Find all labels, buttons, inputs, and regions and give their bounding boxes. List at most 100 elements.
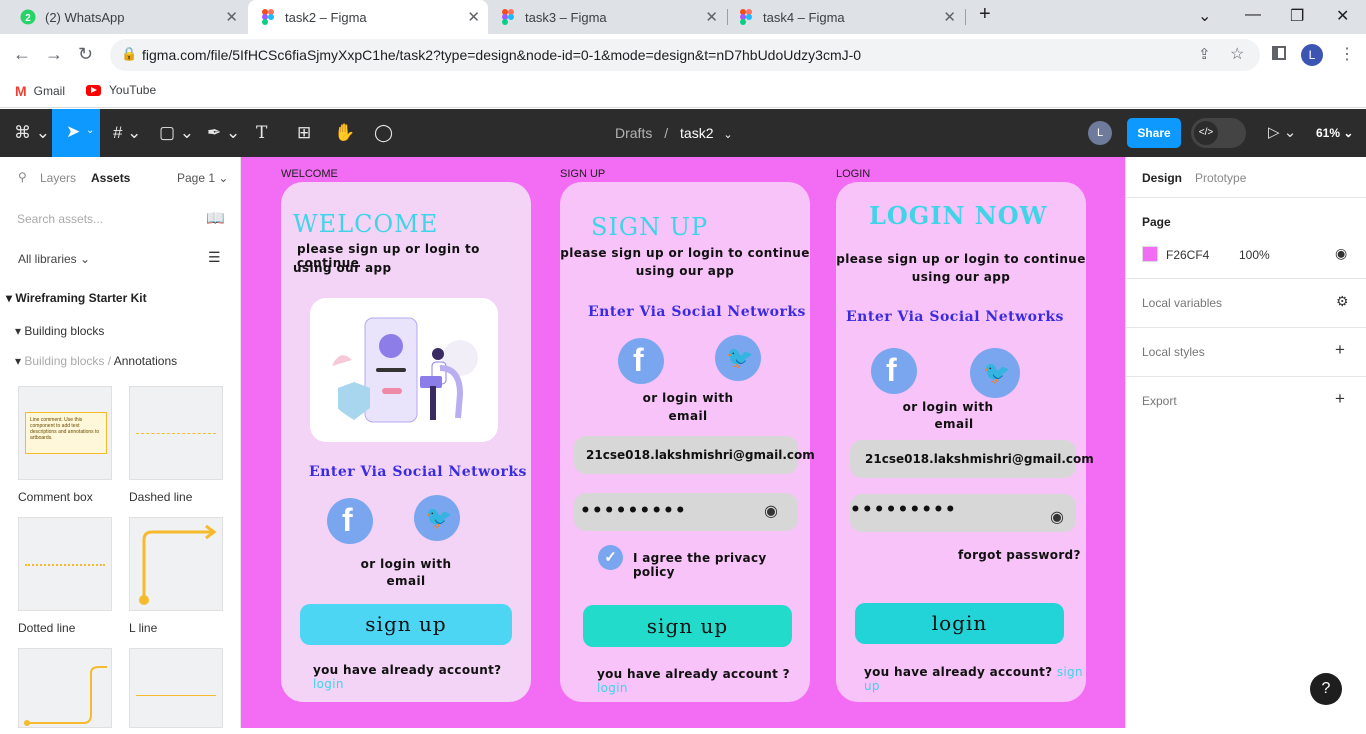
local-variables-section[interactable]: Local variables	[1142, 296, 1222, 310]
twitter-icon[interactable]: 🐦	[715, 335, 761, 381]
welcome-frame[interactable]: WELCOME please sign up or login to conti…	[281, 182, 531, 702]
resources-icon[interactable]: ⊞	[297, 123, 311, 143]
page-opacity[interactable]: 100%	[1239, 248, 1270, 262]
list-view-icon[interactable]: ☰	[208, 249, 221, 266]
forgot-password-link[interactable]: forgot password?	[958, 548, 1081, 562]
close-window-icon[interactable]: ✕	[1336, 6, 1349, 26]
dev-mode-toggle[interactable]: </>	[1191, 118, 1246, 148]
tab-assets[interactable]: Assets	[91, 171, 130, 185]
bookmark-gmail[interactable]: M Gmail	[15, 83, 65, 99]
facebook-icon[interactable]: f	[871, 348, 917, 394]
maximize-icon[interactable]: ❐	[1290, 6, 1304, 26]
figma-menu-icon[interactable]: ⌘ ⌄	[14, 123, 50, 143]
twitter-icon[interactable]: 🐦	[970, 348, 1020, 398]
tab-design[interactable]: Design	[1142, 171, 1182, 185]
arrow-line-thumb[interactable]	[129, 648, 223, 728]
help-button[interactable]: ?	[1310, 673, 1342, 705]
text-tool-icon[interactable]: T	[256, 123, 267, 143]
eye-icon[interactable]: ◉	[764, 501, 778, 520]
facebook-icon[interactable]: f	[618, 338, 664, 384]
youtube-icon	[86, 84, 101, 96]
bookmark-star-icon[interactable]: ☆	[1230, 44, 1244, 64]
add-export-icon[interactable]: +	[1335, 389, 1345, 409]
search-assets-input[interactable]: Search assets...	[17, 212, 103, 226]
l-line-thumb[interactable]	[129, 517, 223, 611]
sign-up-frame[interactable]: SIGN UP please sign up or login to conti…	[560, 182, 815, 702]
present-icon[interactable]: ▷ ⌄	[1268, 123, 1296, 141]
move-tool-button[interactable]: ➤ ⌄	[52, 109, 100, 157]
tab-search-icon[interactable]: ⌄	[1198, 6, 1211, 26]
eye-icon[interactable]: ◉	[1335, 245, 1347, 262]
email-field[interactable]: 21cse018.lakshmishri@gmail.com	[574, 436, 815, 474]
facebook-icon[interactable]: f	[327, 498, 373, 544]
library-book-icon[interactable]: 📖	[206, 209, 225, 227]
address-bar[interactable]: 🔒 figma.com/file/5IfHCSc6fiaSjmyXxpC1he/…	[110, 39, 1260, 71]
checkbox-checked-icon[interactable]: ✓	[598, 545, 623, 570]
eye-icon[interactable]: ◉	[1050, 507, 1064, 526]
chevron-down-icon[interactable]: ⌄	[723, 129, 732, 141]
comment-box-thumb[interactable]: Line comment. Use this component to add …	[18, 386, 112, 480]
sign-up-button[interactable]: sign up	[583, 605, 792, 647]
email-field[interactable]: 21cse018.lakshmishri@gmail.com	[850, 440, 1094, 478]
login-link[interactable]: login	[313, 677, 344, 691]
hand-tool-icon[interactable]: ✋	[334, 123, 355, 143]
group-annotations[interactable]: ▾ Building blocks / Annotations	[15, 354, 177, 368]
tab-prototype[interactable]: Prototype	[1195, 171, 1246, 185]
shape-tool-icon[interactable]: ▢ ⌄	[159, 123, 194, 143]
menu-kebab-icon[interactable]: ⋮	[1339, 44, 1355, 64]
page-selector[interactable]: Page 1 ⌄	[177, 171, 228, 185]
share-button[interactable]: Share	[1127, 118, 1181, 148]
tab-task4[interactable]: task4 – Figma ✕	[728, 0, 964, 34]
comment-tool-icon[interactable]: ◯	[374, 123, 393, 143]
twitter-icon[interactable]: 🐦	[414, 495, 460, 541]
close-tab-icon[interactable]: ✕	[705, 8, 718, 26]
sliders-icon[interactable]: ⚙	[1336, 293, 1349, 310]
footer-text: you have already account? sign up	[864, 665, 1083, 693]
export-section[interactable]: Export	[1142, 394, 1177, 408]
back-icon[interactable]: ←	[13, 44, 31, 65]
tab-separator	[965, 9, 966, 25]
share-page-icon[interactable]: ⇪	[1198, 45, 1211, 63]
curved-line-thumb[interactable]	[18, 648, 112, 728]
avatar[interactable]: L	[1088, 121, 1112, 145]
file-name[interactable]: task2	[680, 125, 713, 141]
close-tab-icon[interactable]: ✕	[467, 8, 480, 26]
dashed-line-thumb[interactable]	[129, 386, 223, 480]
design-canvas[interactable]: WELCOME WELCOME please sign up or login …	[241, 157, 1125, 728]
close-tab-icon[interactable]: ✕	[943, 8, 956, 26]
login-frame[interactable]: LOGIN NOW please sign up or login to con…	[836, 182, 1094, 702]
tab-whatsapp[interactable]: 2 (2) WhatsApp ✕	[8, 0, 246, 34]
login-button[interactable]: login	[855, 603, 1064, 644]
side-panel-icon[interactable]	[1272, 46, 1286, 60]
group-building-blocks[interactable]: ▾ Building blocks	[15, 324, 104, 338]
forward-icon[interactable]: →	[45, 44, 63, 65]
login-link[interactable]: login	[597, 681, 628, 695]
cursor-icon: ➤	[66, 122, 81, 141]
minimize-icon[interactable]: —	[1245, 6, 1261, 24]
zoom-level[interactable]: 61% ⌄	[1316, 126, 1353, 140]
profile-avatar[interactable]: L	[1301, 44, 1323, 66]
page-color-swatch[interactable]	[1142, 246, 1158, 262]
new-tab-button[interactable]: +	[979, 3, 991, 26]
password-field[interactable]: ••••••••• ◉	[850, 494, 1076, 532]
reload-icon[interactable]: ↻	[78, 44, 93, 65]
tab-layers[interactable]: Layers	[40, 171, 76, 185]
tab-task3[interactable]: task3 – Figma ✕	[490, 0, 726, 34]
sign-up-button[interactable]: sign up	[300, 604, 512, 645]
frame-label[interactable]: LOGIN	[836, 168, 870, 180]
frame-tool-icon[interactable]: # ⌄	[113, 123, 141, 143]
page-color-hex[interactable]: F26CF4	[1166, 248, 1209, 262]
bookmark-youtube[interactable]: YouTube	[86, 83, 156, 97]
close-tab-icon[interactable]: ✕	[225, 8, 238, 26]
breadcrumb-drafts[interactable]: Drafts	[615, 125, 652, 141]
local-styles-section[interactable]: Local styles	[1142, 345, 1205, 359]
all-libraries-dropdown[interactable]: All libraries ⌄	[18, 252, 90, 266]
add-style-icon[interactable]: +	[1335, 340, 1345, 360]
kit-title[interactable]: ▾ Wireframing Starter Kit	[6, 291, 147, 305]
password-field[interactable]: ••••••••• ◉	[574, 493, 798, 531]
frame-label[interactable]: SIGN UP	[560, 168, 605, 180]
dotted-line-thumb[interactable]	[18, 517, 112, 611]
frame-label[interactable]: WELCOME	[281, 168, 338, 180]
pen-tool-icon[interactable]: ✒ ⌄	[207, 123, 240, 143]
tab-task2[interactable]: task2 – Figma ✕	[248, 0, 488, 34]
